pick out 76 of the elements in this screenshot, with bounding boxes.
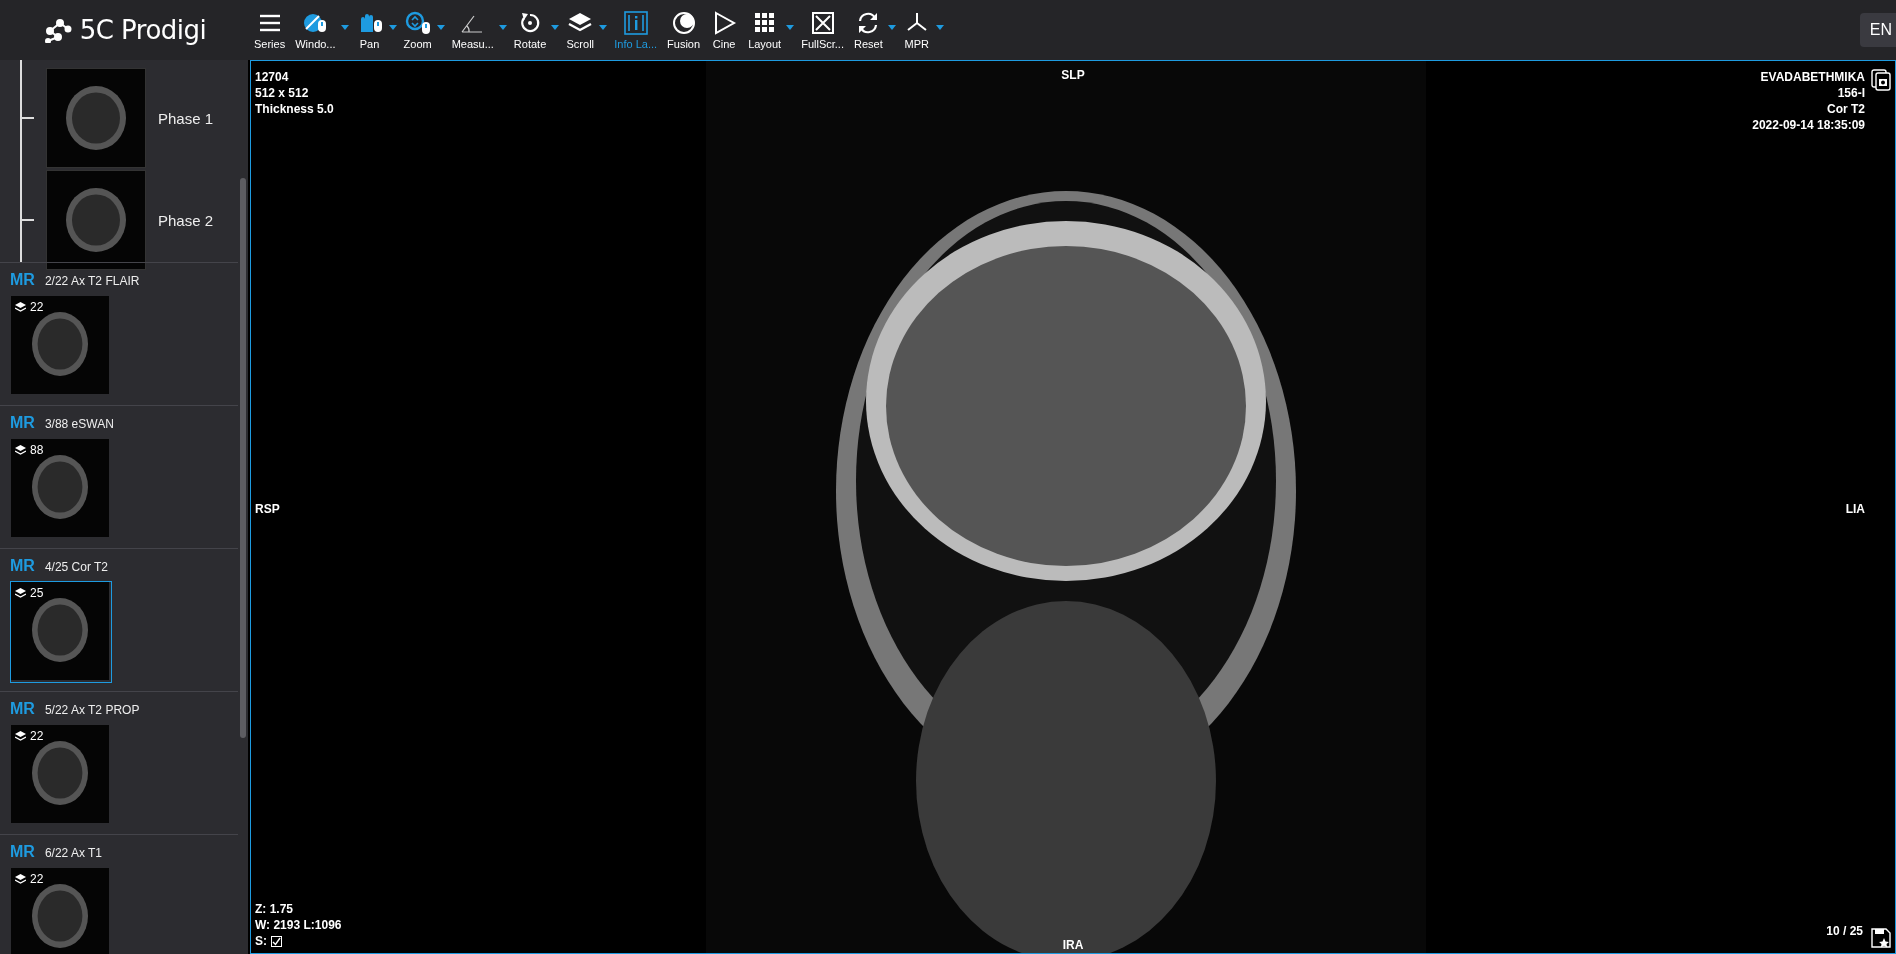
info-text: Thickness 5.0 (255, 101, 334, 117)
zoom-text: Z: 1.75 (255, 901, 294, 917)
toolbar-button[interactable]: Info La... (610, 8, 662, 52)
caret-icon[interactable] (934, 24, 945, 32)
app-logo-text: 5C Prodigi (79, 15, 207, 45)
caret-icon[interactable] (339, 24, 350, 32)
caret-icon[interactable] (598, 24, 609, 32)
toolbar-button[interactable]: Reset (849, 8, 887, 52)
series-thumbnail[interactable]: 22 (10, 295, 112, 397)
fullscreen-icon (809, 10, 836, 36)
window-level-text: W: 2193 L:1096 (255, 917, 342, 933)
logo-icon (43, 17, 74, 43)
series-thumbnail[interactable]: 25 (10, 581, 112, 683)
caret-icon[interactable] (435, 24, 446, 32)
zoom-mouse-icon (404, 10, 431, 36)
frame-counter: 10 / 25 (1826, 923, 1863, 939)
stack-icon (15, 731, 26, 741)
info-icon (622, 10, 649, 36)
stack-icon (15, 588, 26, 598)
toolbar-button[interactable]: Cine (706, 8, 743, 52)
camera-icon[interactable] (1871, 69, 1891, 91)
circles-icon (670, 10, 697, 36)
series-title: 4/25 Cor T2 (44, 560, 109, 574)
stack-icon (15, 445, 26, 455)
sync-checkbox[interactable] (271, 935, 282, 947)
series-thumbnail[interactable]: 88 (10, 438, 112, 540)
phase-label: Phase 2 (158, 211, 214, 229)
image-count: 22 (30, 729, 44, 743)
series-thumbnail[interactable]: 22 (10, 867, 112, 954)
caret-icon[interactable] (550, 24, 561, 32)
language-button[interactable]: EN (1859, 13, 1896, 47)
modality-label: MR (10, 414, 35, 432)
caret-icon[interactable] (785, 24, 796, 32)
info-text: EVADABETHMIKA (1760, 69, 1865, 85)
series-title: 2/22 Ax T2 FLAIR (44, 274, 140, 288)
series-title: 3/88 eSWAN (44, 417, 114, 431)
toolbar-button[interactable]: Zoom (399, 8, 436, 52)
toolbar-button[interactable]: Fusion (663, 8, 705, 52)
toolbar-button[interactable]: Scroll (562, 8, 599, 52)
modality-label: MR (10, 557, 35, 575)
orientation-label: SLP (1061, 67, 1085, 83)
toolbar-button[interactable]: Series (250, 8, 290, 52)
sync-label: S: (255, 933, 267, 949)
image-count: 88 (30, 443, 44, 457)
info-text: 512 x 512 (255, 85, 310, 101)
stack-icon (15, 302, 26, 312)
orientation-label: RSP (255, 501, 280, 517)
series-title: 5/22 Ax T2 PROP (44, 703, 140, 717)
image-count: 22 (30, 300, 44, 314)
toolbar-button[interactable]: Pan (351, 8, 388, 52)
orientation-label: LIA (1845, 501, 1865, 517)
modality-label: MR (10, 843, 35, 861)
toolbar-button[interactable]: Windo... (291, 8, 340, 52)
series-thumbnail[interactable]: 22 (10, 724, 112, 826)
toolbar-button[interactable]: Rotate (509, 8, 551, 52)
caret-icon[interactable] (886, 24, 897, 32)
modality-label: MR (10, 271, 35, 289)
orientation-label: IRA (1062, 937, 1084, 953)
caret-icon[interactable] (387, 24, 398, 32)
stack-icon (15, 874, 26, 884)
image-count: 25 (30, 586, 44, 600)
scrollbar[interactable] (240, 178, 246, 738)
caret-icon[interactable] (497, 24, 508, 32)
info-text: 156-I (1837, 85, 1865, 101)
toolbar-button[interactable]: MPR (898, 8, 935, 52)
info-text: 12704 (255, 69, 290, 85)
image-count: 22 (30, 872, 44, 886)
info-text: 2022-09-14 18:35:09 (1752, 117, 1865, 133)
modality-label: MR (10, 700, 35, 718)
toolbar-button[interactable]: Measu... (447, 8, 498, 52)
save-icon[interactable] (1871, 927, 1891, 949)
phase-label: Phase 1 (158, 109, 214, 127)
info-text: Cor T2 (1827, 101, 1865, 117)
toolbar-button[interactable]: FullScr... (797, 8, 848, 52)
series-title: 6/22 Ax T1 (44, 846, 103, 860)
toolbar-button[interactable]: Layout (744, 8, 786, 52)
